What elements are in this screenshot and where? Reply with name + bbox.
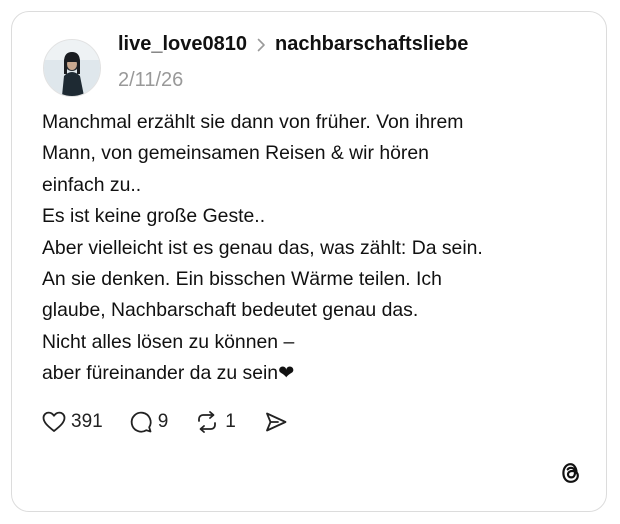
post-text-line: Es ist keine große Geste.. xyxy=(42,205,266,228)
post-text-line: Manchmal erzählt sie dann von früher. Vo… xyxy=(42,111,464,133)
community-name[interactable]: nachbarschaftsliebe xyxy=(275,33,468,56)
repost-count: 1 xyxy=(225,411,236,432)
avatar-image xyxy=(44,40,100,96)
post-text-line: An sie denken. Ein bisschen Wärme teilen… xyxy=(42,268,442,291)
like-button[interactable]: 391 xyxy=(42,411,103,433)
post-header: live_love0810 nachbarschaftsliebe xyxy=(118,33,468,56)
like-count: 391 xyxy=(71,411,103,432)
threads-logo-icon xyxy=(558,460,584,486)
post-text-line: Nicht alles lösen zu können – xyxy=(42,330,295,353)
post-date: 2/11/26 xyxy=(118,69,184,91)
post-text-line: glaube, Nachbarschaft bedeutet genau das… xyxy=(42,299,419,322)
comment-button[interactable]: 9 xyxy=(129,410,169,434)
share-button[interactable] xyxy=(264,411,288,433)
post-text-line: einfach zu.. xyxy=(42,173,142,196)
repost-button[interactable]: 1 xyxy=(194,410,236,434)
heart-icon xyxy=(42,411,66,433)
repost-icon xyxy=(194,410,220,434)
post-text-line: aber füreinander da zu sein❤ xyxy=(42,362,295,385)
action-bar: 391 9 1 xyxy=(42,410,288,434)
comment-bubble-icon xyxy=(129,410,153,434)
send-icon xyxy=(264,411,288,433)
post-body: Manchmal erzählt sie dann von früher. Vo… xyxy=(42,107,592,390)
post-text-line: Mann, von gemeinsamen Reisen & wir hören xyxy=(42,142,429,165)
username[interactable]: live_love0810 xyxy=(118,33,247,56)
post-text-line: Aber vielleicht ist es genau das, was zä… xyxy=(42,236,483,259)
comment-count: 9 xyxy=(157,411,169,432)
chevron-right-icon xyxy=(257,38,266,52)
avatar[interactable] xyxy=(43,39,101,97)
post-card: live_love0810 nachbarschaftsliebe 2/11/2… xyxy=(11,11,607,512)
